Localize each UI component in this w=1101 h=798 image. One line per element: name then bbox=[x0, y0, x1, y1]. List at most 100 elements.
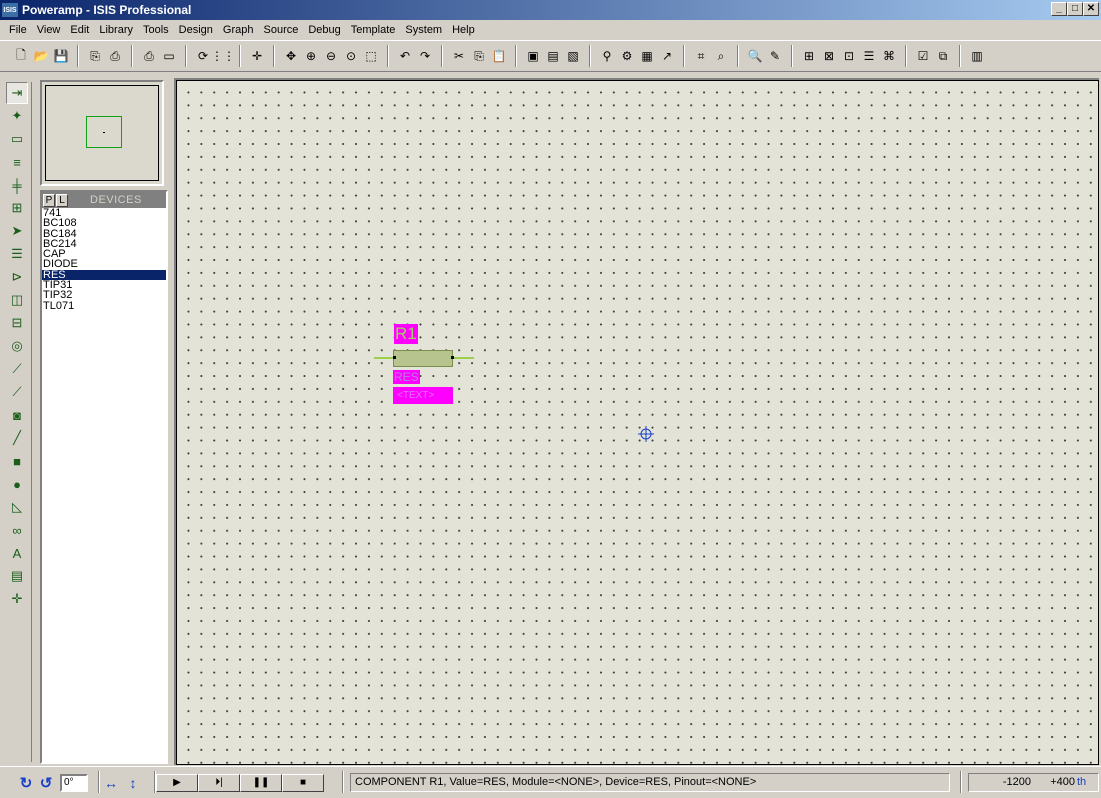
print-icon[interactable]: ⎙ bbox=[140, 47, 158, 65]
close-button[interactable]: ✕ bbox=[1083, 2, 1099, 16]
pan-icon[interactable]: ✥ bbox=[282, 47, 300, 65]
print-area-icon[interactable]: ▭ bbox=[160, 47, 178, 65]
wire-autorouter-icon[interactable]: ⌗ bbox=[692, 47, 710, 65]
refresh-icon[interactable]: ⟳ bbox=[194, 47, 212, 65]
component-reference-label[interactable]: R1 bbox=[394, 324, 418, 344]
menu-template[interactable]: Template bbox=[346, 24, 401, 36]
schematic-canvas[interactable]: R1 RES <TEXT> bbox=[174, 78, 1099, 765]
menu-view[interactable]: View bbox=[32, 24, 66, 36]
menu-design[interactable]: Design bbox=[174, 24, 218, 36]
pause-button[interactable]: ❚❚ bbox=[240, 773, 282, 792]
path-icon[interactable]: ∞ bbox=[6, 519, 28, 541]
pick-device-icon[interactable]: ⚲ bbox=[598, 47, 616, 65]
decompose-icon[interactable]: ↗ bbox=[658, 47, 676, 65]
component-mode-icon[interactable]: ⇥ bbox=[6, 82, 28, 104]
search-tag-icon[interactable]: ⌕ bbox=[712, 47, 730, 65]
menu-source[interactable]: Source bbox=[259, 24, 304, 36]
rotate-clockwise-icon[interactable]: ↻ bbox=[18, 774, 34, 792]
electrical-check-icon[interactable]: ☑ bbox=[914, 47, 932, 65]
overview-window[interactable] bbox=[40, 80, 164, 186]
device-list-item[interactable]: TL071 bbox=[42, 300, 166, 311]
cut-icon[interactable]: ✂ bbox=[450, 47, 468, 65]
pick-devices-button[interactable]: P bbox=[43, 193, 55, 207]
box-icon[interactable]: ■ bbox=[6, 450, 28, 472]
junction-dot-icon[interactable]: ✦ bbox=[6, 105, 28, 127]
find-icon[interactable]: 🔍 bbox=[746, 47, 764, 65]
menu-help[interactable]: Help bbox=[447, 24, 480, 36]
zoom-all-icon[interactable]: ⊙ bbox=[342, 47, 360, 65]
package-icon[interactable]: ▦ bbox=[638, 47, 656, 65]
zoom-area-icon[interactable]: ⬚ bbox=[362, 47, 380, 65]
block-copy-icon[interactable]: ▣ bbox=[524, 47, 542, 65]
zoom-out-icon[interactable]: ⊖ bbox=[322, 47, 340, 65]
save-icon[interactable]: 💾 bbox=[52, 47, 70, 65]
instant-edit-icon[interactable]: ➤ bbox=[6, 220, 28, 242]
origin-icon[interactable]: ✛ bbox=[248, 47, 266, 65]
menu-library[interactable]: Library bbox=[94, 24, 138, 36]
step-button[interactable]: ⏵| bbox=[198, 773, 240, 792]
menu-graph[interactable]: Graph bbox=[218, 24, 259, 36]
new-sheet-icon[interactable]: ⊞ bbox=[800, 47, 818, 65]
ares-logo-icon[interactable]: ▥ bbox=[968, 47, 986, 65]
voltage-probe-icon[interactable]: ⟋ bbox=[6, 358, 28, 380]
block-move-icon[interactable]: ▤ bbox=[544, 47, 562, 65]
minimize-button[interactable]: _ bbox=[1051, 2, 1067, 16]
redo-icon[interactable]: ↷ bbox=[416, 47, 434, 65]
app-icon[interactable]: ISIS bbox=[2, 3, 18, 17]
overview-view-rect[interactable] bbox=[86, 116, 122, 148]
remove-sheet-icon[interactable]: ⊠ bbox=[820, 47, 838, 65]
resistor-pin-1[interactable] bbox=[393, 356, 396, 359]
arc-icon[interactable]: ◺ bbox=[6, 496, 28, 518]
zoom-in-icon[interactable]: ⊕ bbox=[302, 47, 320, 65]
terminal-icon[interactable]: ☰ bbox=[6, 243, 28, 265]
copy-icon[interactable]: ⎘ bbox=[470, 47, 488, 65]
coordinate-unit[interactable]: th bbox=[1077, 774, 1086, 791]
maximize-button[interactable]: □ bbox=[1067, 2, 1083, 16]
rotate-anticlockwise-icon[interactable]: ↺ bbox=[38, 774, 54, 792]
goto-sheet-icon[interactable]: ⊡ bbox=[840, 47, 858, 65]
generator-icon[interactable]: ◎ bbox=[6, 335, 28, 357]
text-script-icon[interactable]: ≡ bbox=[6, 151, 28, 173]
text-icon[interactable]: A bbox=[6, 542, 28, 564]
device-pin-icon[interactable]: ⊳ bbox=[6, 266, 28, 288]
symbol-icon[interactable]: ▤ bbox=[6, 565, 28, 587]
mirror-vertical-icon[interactable]: ↕ bbox=[124, 775, 142, 791]
export-icon[interactable]: ⎙ bbox=[106, 47, 124, 65]
wire-label-icon[interactable]: ▭ bbox=[6, 128, 28, 150]
component-text-label[interactable]: <TEXT> bbox=[393, 387, 453, 404]
block-rotate-icon[interactable]: ▧ bbox=[564, 47, 582, 65]
virtual-instrument-icon[interactable]: ◙ bbox=[6, 404, 28, 426]
simulation-graph-icon[interactable]: ◫ bbox=[6, 289, 28, 311]
new-file-icon[interactable]: 🗋 bbox=[12, 47, 30, 65]
open-folder-icon[interactable]: 📂 bbox=[32, 47, 50, 65]
stop-button[interactable]: ■ bbox=[282, 773, 324, 792]
resistor-pin-2[interactable] bbox=[451, 356, 454, 359]
menu-tools[interactable]: Tools bbox=[138, 24, 174, 36]
library-manager-button[interactable]: L bbox=[56, 193, 68, 207]
tape-recorder-icon[interactable]: ⊟ bbox=[6, 312, 28, 334]
bus-icon[interactable]: ╪ bbox=[6, 174, 28, 196]
resistor-body[interactable] bbox=[393, 350, 453, 367]
current-probe-icon[interactable]: ⟋ bbox=[6, 381, 28, 403]
menu-edit[interactable]: Edit bbox=[65, 24, 94, 36]
menu-debug[interactable]: Debug bbox=[303, 24, 345, 36]
menu-file[interactable]: File bbox=[4, 24, 32, 36]
circle-icon[interactable]: ● bbox=[6, 473, 28, 495]
title-bar[interactable]: ISIS Poweramp - ISIS Professional _ □ ✕ bbox=[0, 0, 1101, 20]
netlist-icon[interactable]: ⌘ bbox=[880, 47, 898, 65]
ares-icon[interactable]: ⧉ bbox=[934, 47, 952, 65]
component-value-label[interactable]: RES bbox=[393, 370, 420, 384]
make-device-icon[interactable]: ⚙ bbox=[618, 47, 636, 65]
mirror-horizontal-icon[interactable]: ↔ bbox=[102, 775, 120, 791]
paste-icon[interactable]: 📋 bbox=[490, 47, 508, 65]
line-icon[interactable]: ╱ bbox=[6, 427, 28, 449]
play-button[interactable]: ▶ bbox=[156, 773, 198, 792]
marker-icon[interactable]: ✛ bbox=[6, 588, 28, 610]
bom-icon[interactable]: ☰ bbox=[860, 47, 878, 65]
undo-icon[interactable]: ↶ bbox=[396, 47, 414, 65]
property-icon[interactable]: ✎ bbox=[766, 47, 784, 65]
subcircuit-icon[interactable]: ⊞ bbox=[6, 197, 28, 219]
import-icon[interactable]: ⎘ bbox=[86, 47, 104, 65]
grid-icon[interactable]: ⋮⋮ bbox=[211, 47, 235, 65]
rotation-angle-field[interactable]: 0° bbox=[60, 773, 88, 792]
